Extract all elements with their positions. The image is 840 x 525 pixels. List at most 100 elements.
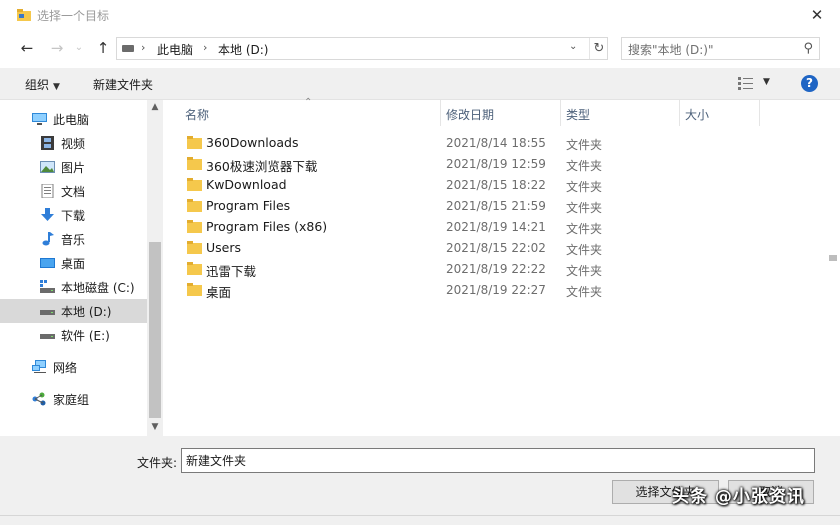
nav-item-this-pc[interactable]: 此电脑 xyxy=(0,107,147,131)
nav-label: 文档 xyxy=(61,185,86,199)
column-name[interactable]: 名称 xyxy=(185,106,209,123)
folder-icon xyxy=(187,220,202,233)
file-name: KwDownload xyxy=(206,177,287,192)
nav-item-music[interactable]: 音乐 xyxy=(0,227,147,251)
file-date: 2021/8/19 14:21 xyxy=(446,220,546,234)
up-arrow-icon[interactable]: ↑ xyxy=(92,38,114,58)
nav-item-drive-d[interactable]: 本地 (D:) xyxy=(0,299,147,323)
nav-item-downloads[interactable]: 下载 xyxy=(0,203,147,227)
navigation-pane: 此电脑 视频 图片 文档 下载 音乐 桌面 本地磁盘 (C:) 本地 (D:) … xyxy=(0,100,164,436)
nav-item-videos[interactable]: 视频 xyxy=(0,131,147,155)
nav-label: 本地磁盘 (C:) xyxy=(61,281,135,295)
new-folder-button[interactable]: 新建文件夹 xyxy=(93,76,153,93)
column-size[interactable]: 大小 xyxy=(685,106,709,123)
nav-label: 网络 xyxy=(53,361,78,375)
breadcrumb-this-pc[interactable]: 此电脑 xyxy=(157,41,193,58)
scrollbar-thumb[interactable] xyxy=(149,242,161,418)
file-name: 桌面 xyxy=(206,285,232,300)
folder-name-input[interactable] xyxy=(181,448,815,473)
back-arrow-icon[interactable]: ← xyxy=(16,38,38,58)
drive-icon xyxy=(122,45,134,52)
table-row[interactable]: 桌面 2021/8/19 22:27 文件夹 xyxy=(180,280,840,301)
caret-down-icon: ▼ xyxy=(53,82,60,92)
file-date: 2021/8/15 18:22 xyxy=(446,178,546,192)
file-name: Users xyxy=(206,240,242,255)
table-row[interactable]: 360极速浏览器下载 2021/8/19 12:59 文件夹 xyxy=(180,154,840,175)
file-type: 文件夹 xyxy=(566,285,603,299)
help-icon[interactable]: ? xyxy=(801,75,818,92)
search-input[interactable]: 搜索"本地 (D:)" ⚲ xyxy=(621,37,820,60)
nav-item-documents[interactable]: 文档 xyxy=(0,179,147,203)
table-row[interactable]: Program Files (x86) 2021/8/19 14:21 文件夹 xyxy=(180,217,840,238)
column-divider[interactable] xyxy=(679,100,680,126)
table-row[interactable]: Users 2021/8/15 22:02 文件夹 xyxy=(180,238,840,259)
table-row[interactable]: Program Files 2021/8/15 21:59 文件夹 xyxy=(180,196,840,217)
nav-scrollbar[interactable]: ▲ ▼ xyxy=(147,100,163,436)
nav-item-homegroup[interactable]: 家庭组 xyxy=(0,387,147,411)
address-bar[interactable]: › 此电脑 › 本地 (D:) ⌄ ↻ xyxy=(116,37,608,60)
chevron-right-icon[interactable]: › xyxy=(141,41,145,54)
refresh-icon[interactable]: ↻ xyxy=(589,38,608,59)
search-placeholder: 搜索"本地 (D:)" xyxy=(628,43,714,57)
column-divider[interactable] xyxy=(560,100,561,126)
nav-item-drive-c[interactable]: 本地磁盘 (C:) xyxy=(0,275,147,299)
folder-app-icon xyxy=(17,9,31,21)
caret-down-icon[interactable]: ▼ xyxy=(763,77,770,87)
folder-icon xyxy=(187,262,202,275)
file-dialog: 选择一个目标 ✕ ← → ⌄ ↑ › 此电脑 › 本地 (D:) ⌄ ↻ 搜索"… xyxy=(0,0,840,525)
pictures-icon xyxy=(40,161,55,173)
close-button[interactable]: ✕ xyxy=(794,0,840,30)
footer-panel: 文件夹: 选择文件夹 取消 xyxy=(0,436,840,525)
file-date: 2021/8/19 22:27 xyxy=(446,283,546,297)
column-divider[interactable] xyxy=(759,100,760,126)
folder-icon xyxy=(187,157,202,170)
file-name: 迅雷下载 xyxy=(206,264,257,279)
file-type: 文件夹 xyxy=(566,264,603,278)
download-icon xyxy=(41,208,54,221)
drive-icon xyxy=(40,334,55,339)
right-edge xyxy=(830,100,840,436)
desktop-icon xyxy=(40,258,55,268)
search-icon: ⚲ xyxy=(803,41,813,56)
scroll-down-icon[interactable]: ▼ xyxy=(147,422,163,432)
column-divider[interactable] xyxy=(440,100,441,126)
folder-icon xyxy=(187,136,202,149)
scroll-up-icon[interactable]: ▲ xyxy=(147,102,163,112)
file-date: 2021/8/14 18:55 xyxy=(446,136,546,150)
nav-label: 图片 xyxy=(61,161,86,175)
file-name: 360Downloads xyxy=(206,135,299,150)
nav-label: 本地 (D:) xyxy=(61,305,112,319)
breadcrumb-drive-d[interactable]: 本地 (D:) xyxy=(218,41,268,58)
organize-menu[interactable]: 组织 ▼ xyxy=(25,76,60,93)
documents-icon xyxy=(41,184,54,198)
organize-label: 组织 xyxy=(25,78,50,92)
window-title: 选择一个目标 xyxy=(37,9,110,23)
nav-item-network[interactable]: 网络 xyxy=(0,355,147,379)
table-row[interactable]: KwDownload 2021/8/15 18:22 文件夹 xyxy=(180,175,840,196)
folder-icon xyxy=(187,241,202,254)
folder-field-label: 文件夹: xyxy=(137,456,178,470)
file-date: 2021/8/19 12:59 xyxy=(446,157,546,171)
title-bar: 选择一个目标 ✕ xyxy=(0,0,840,30)
nav-item-drive-e[interactable]: 软件 (E:) xyxy=(0,323,147,347)
table-row[interactable]: 迅雷下载 2021/8/19 22:22 文件夹 xyxy=(180,259,840,280)
view-options-icon[interactable] xyxy=(738,77,754,90)
chevron-right-icon[interactable]: › xyxy=(203,41,207,54)
nav-item-pictures[interactable]: 图片 xyxy=(0,155,147,179)
column-type[interactable]: 类型 xyxy=(566,106,590,123)
file-name: 360极速浏览器下载 xyxy=(206,159,318,174)
recent-dropdown-icon[interactable]: ⌄ xyxy=(68,38,90,58)
column-date[interactable]: 修改日期 xyxy=(446,106,494,123)
nav-item-desktop[interactable]: 桌面 xyxy=(0,251,147,275)
table-row[interactable]: 360Downloads 2021/8/14 18:55 文件夹 xyxy=(180,133,840,154)
forward-arrow-icon[interactable]: → xyxy=(46,38,68,58)
video-icon xyxy=(41,136,54,150)
file-name: Program Files xyxy=(206,198,291,213)
drive-icon xyxy=(40,310,55,315)
pc-icon xyxy=(32,113,47,125)
resize-edge-marker xyxy=(829,255,837,261)
chevron-down-icon[interactable]: ⌄ xyxy=(569,41,577,52)
file-type: 文件夹 xyxy=(566,180,603,194)
music-icon xyxy=(42,232,54,246)
nav-label: 家庭组 xyxy=(53,393,90,407)
